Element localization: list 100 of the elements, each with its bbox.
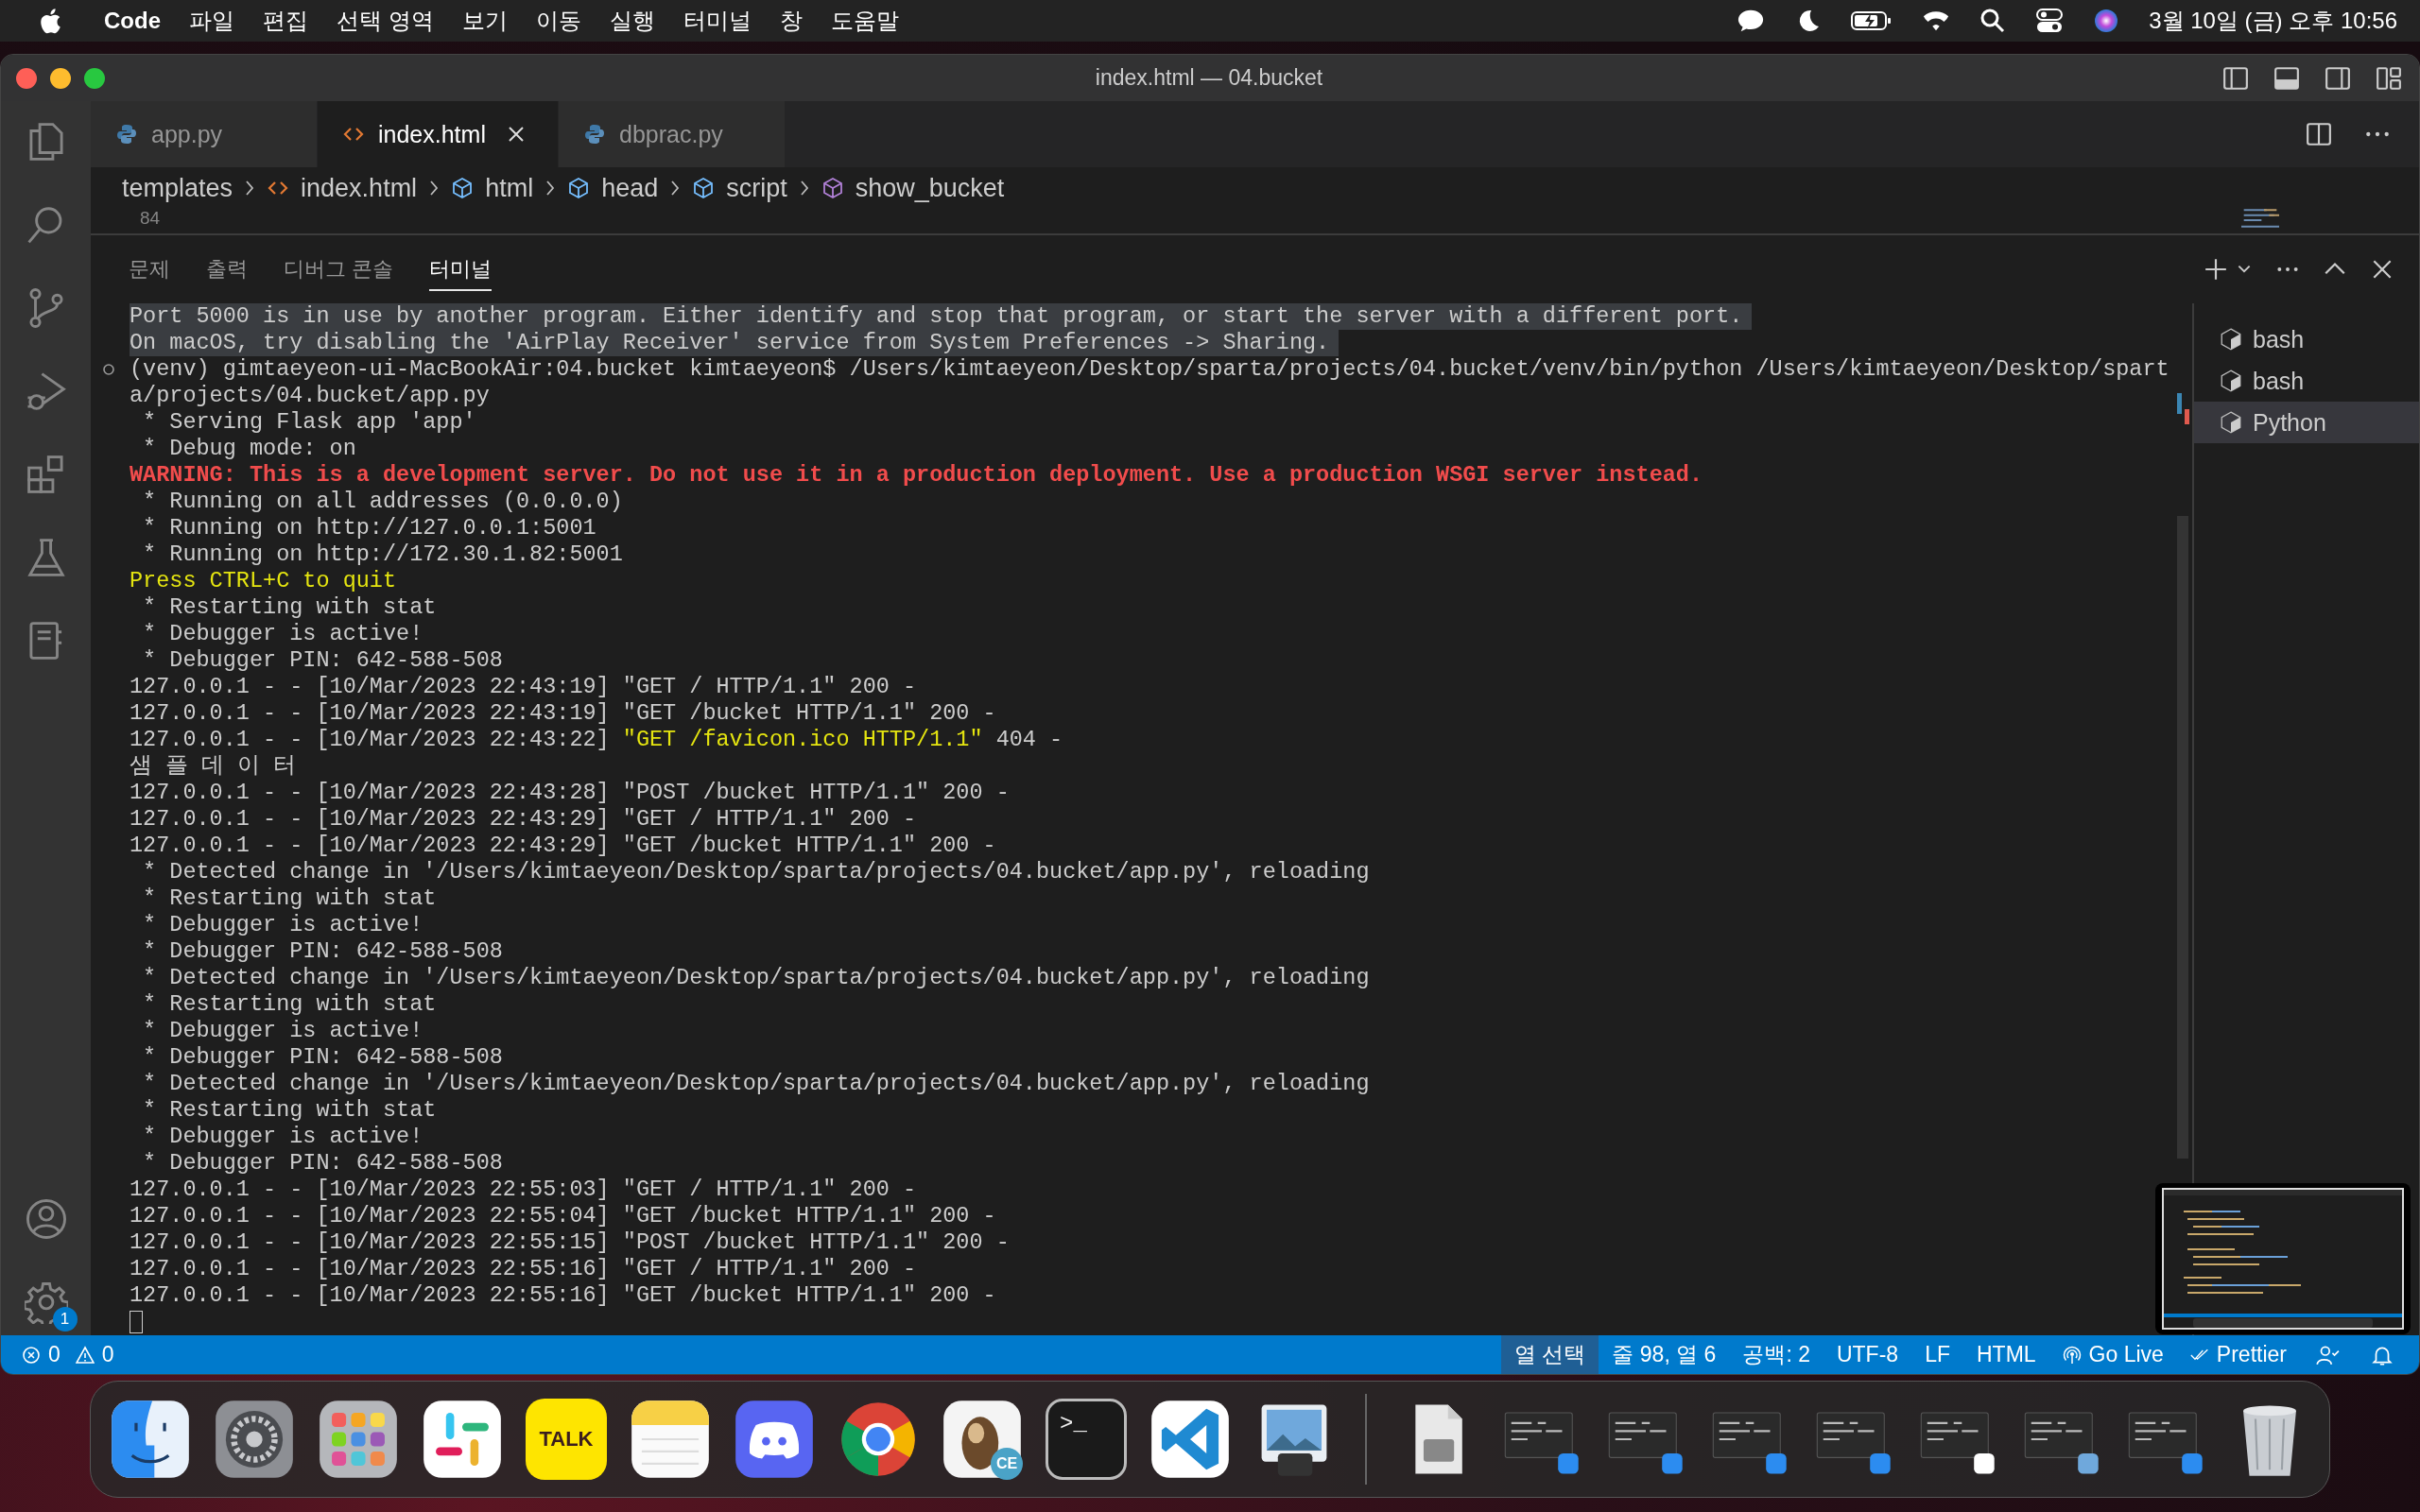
close-icon[interactable]: [506, 125, 526, 144]
menu-item[interactable]: 파일: [189, 6, 234, 36]
two-tone-square-icon[interactable]: [110, 1399, 191, 1480]
snake-icon: [115, 123, 138, 146]
app-grid-icon[interactable]: [318, 1399, 399, 1480]
terminal-line: * Debugger PIN: 642-588-508: [142, 938, 503, 965]
status-item[interactable]: 공백: 2: [1729, 1335, 1824, 1374]
chevron-icon: [244, 179, 256, 198]
terminal-line: * Debugger PIN: 642-588-508: [142, 1044, 503, 1071]
menu-item[interactable]: 보기: [461, 6, 508, 36]
terminal-line: * Detected change in '/Users/kimtaeyeon/Desktop/sparta/projects/04.bucket/app.py', reloading: [142, 965, 1370, 991]
editor-tab[interactable]: app.py: [91, 101, 318, 167]
terminal-line: 127.0.0.1 - - [10/Mar/2023 22:43:22] "GET /favicon.ico HTTP/1.1" 404 -: [130, 727, 1063, 753]
toggles-icon[interactable]: [2035, 8, 2065, 34]
error-icon: [22, 1345, 41, 1365]
terminal-line: * Debugger is active!: [142, 912, 424, 938]
terminal-line: * Restarting with stat: [142, 594, 437, 621]
menu-item[interactable]: 선택 영역: [337, 6, 434, 36]
shell-cube-icon: [2219, 410, 2243, 435]
breadcrumb-item[interactable]: index.html: [301, 173, 418, 203]
shell-cube-icon: [2219, 327, 2243, 352]
menu-item[interactable]: 실행: [609, 6, 655, 36]
breadcrumb-item[interactable]: head: [601, 173, 659, 203]
panel-toggle-icon[interactable]: [2273, 65, 2300, 91]
chevron-icon: [428, 179, 441, 198]
terminal-list-item[interactable]: bash: [2194, 360, 2419, 402]
editor-tab[interactable]: dbprac.py: [559, 101, 786, 167]
cube-icon: [821, 177, 844, 199]
pinwheel-icon[interactable]: [422, 1399, 503, 1480]
notepad-icon[interactable]: [630, 1399, 711, 1480]
terminal-line: 127.0.0.1 - - [10/Mar/2023 22:43:29] "GET /bucket HTTP/1.1" 200 -: [130, 833, 996, 859]
scroll-marker: [2185, 409, 2189, 424]
layout-icon[interactable]: [2376, 65, 2402, 91]
status-item[interactable]: UTF-8: [1823, 1335, 1912, 1374]
terminal-line: * Running on http://127.0.0.1:5001: [142, 515, 596, 541]
account-icon[interactable]: [24, 1197, 68, 1241]
cube-icon: [567, 177, 591, 199]
panel-tab[interactable]: 문제: [129, 248, 170, 291]
gear-icon[interactable]: [214, 1399, 295, 1480]
menu-item[interactable]: 도움말: [830, 6, 899, 36]
breadcrumb-item[interactable]: script: [726, 173, 787, 203]
terminal-line: * Detected change in '/Users/kimtaeyeon/Desktop/sparta/projects/04.bucket/app.py', reloading: [142, 859, 1370, 885]
shell-cube-icon: [2219, 369, 2243, 393]
status-item[interactable]: Go Live: [2048, 1335, 2177, 1374]
terminal-line: * Debugger PIN: 642-588-508: [142, 1150, 503, 1177]
terminal-line: 127.0.0.1 - - [10/Mar/2023 22:55:16] "GET / HTTP/1.1" 200 -: [130, 1256, 917, 1282]
terminal-icon[interactable]: >_: [1046, 1399, 1127, 1480]
apple-icon[interactable]: [38, 7, 62, 35]
terminal-line: WARNING: This is a development server. Do not use it in a production deployment. Use a production WSGI server instead.: [130, 462, 1703, 489]
status-item[interactable]: LF: [1911, 1335, 1963, 1374]
chat-bubble-icon[interactable]: [1737, 8, 1766, 34]
terminal-line: * Debugger is active!: [142, 1018, 424, 1044]
terminal-line: 127.0.0.1 - - [10/Mar/2023 22:43:29] "GET / HTTP/1.1" 200 -: [130, 806, 917, 833]
terminal-list-item[interactable]: Python: [2194, 402, 2419, 443]
terminal-line: * Running on all addresses (0.0.0.0): [142, 489, 623, 515]
editor-tab[interactable]: index.html: [318, 101, 559, 167]
prompt-marker-icon: [102, 363, 115, 376]
panel-tab[interactable]: 출력: [206, 248, 248, 291]
terminal-line: * Restarting with stat: [142, 1097, 437, 1124]
menu-item[interactable]: 이동: [535, 6, 581, 36]
panel-tab[interactable]: 디버그 콘솔: [284, 248, 394, 291]
terminal-line: 127.0.0.1 - - [10/Mar/2023 22:55:15] "POST /bucket HTTP/1.1" 200 -: [130, 1229, 1010, 1256]
breadcrumb-item[interactable]: html: [485, 173, 534, 203]
terminal-line: * Running on http://172.30.1.82:5001: [142, 541, 623, 568]
ribbon-icon[interactable]: [1150, 1399, 1231, 1480]
notification-badge: 1: [52, 1307, 78, 1332]
text-cursor: [130, 1311, 143, 1333]
settings-icon[interactable]: [24, 1280, 68, 1324]
split-editor-icon[interactable]: [2306, 122, 2332, 146]
app-menu[interactable]: Code: [104, 8, 161, 34]
menu-item[interactable]: 터미널: [683, 6, 752, 36]
warning-count[interactable]: 0: [101, 1342, 114, 1367]
sidebar-toggle-icon[interactable]: [2222, 65, 2249, 91]
plus-icon[interactable]: [2204, 257, 2228, 282]
terminal-list-item[interactable]: bash: [2194, 318, 2419, 360]
error-count[interactable]: 0: [48, 1342, 60, 1367]
clock[interactable]: 3월 10일 (금) 오후 10:56: [2149, 6, 2397, 36]
breadcrumb-item[interactable]: show_bucket: [855, 173, 1005, 203]
status-item[interactable]: HTML: [1962, 1335, 2049, 1374]
terminal-line: Press CTRL+C to quit: [130, 568, 397, 594]
cube-icon: [451, 177, 475, 199]
status-item[interactable]: 열 선택: [1501, 1335, 1599, 1374]
cube-icon: [692, 177, 716, 199]
breadcrumb-item[interactable]: templates: [122, 173, 233, 203]
status-item[interactable]: Prettier: [2176, 1335, 2300, 1374]
terminal-line: 127.0.0.1 - - [10/Mar/2023 22:55:16] "GET /bucket HTTP/1.1" 200 -: [130, 1282, 996, 1309]
secondary-sidebar-icon[interactable]: [2325, 65, 2351, 91]
panel-tab[interactable]: 터미널: [429, 248, 493, 291]
menu-item[interactable]: 편집: [263, 6, 308, 36]
menu-item[interactable]: 창: [779, 6, 803, 36]
scroll-marker: [2177, 393, 2182, 414]
gamepad-icon[interactable]: [734, 1399, 815, 1480]
close-button[interactable]: [16, 67, 37, 89]
terminal-line: a/projects/04.bucket/app.py: [130, 383, 490, 409]
line-number: 84: [140, 209, 161, 228]
minimize-button[interactable]: [50, 67, 71, 89]
chat-app-icon[interactable]: TALK: [526, 1399, 607, 1480]
zoom-button[interactable]: [84, 67, 105, 89]
snake-icon: [583, 123, 606, 146]
status-item[interactable]: 줄 98, 열 6: [1599, 1335, 1730, 1374]
